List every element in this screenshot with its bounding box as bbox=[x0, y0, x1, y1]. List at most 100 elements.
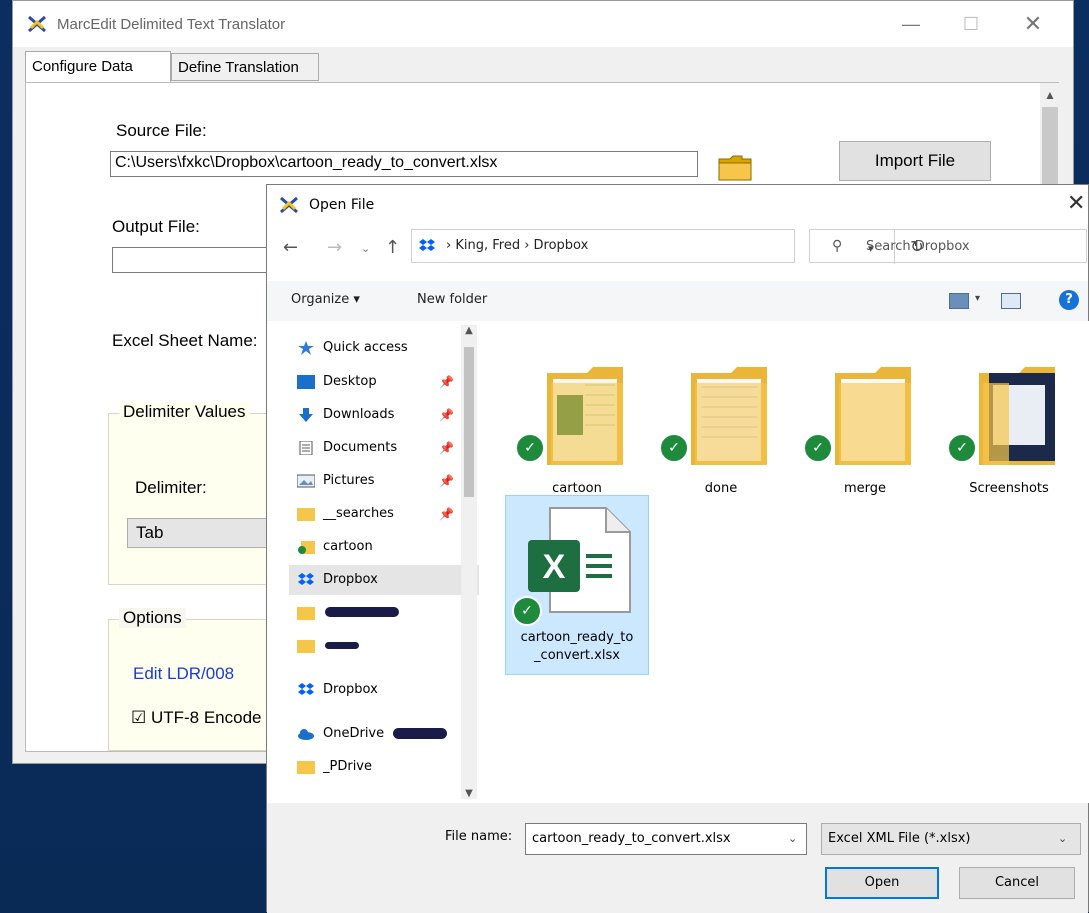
nav-item-redacted-1[interactable] bbox=[297, 598, 457, 628]
file-type-select[interactable]: Excel XML File (*.xlsx) ⌄ bbox=[821, 823, 1081, 855]
scroll-thumb[interactable] bbox=[464, 347, 474, 497]
edit-ldr-008-link[interactable]: Edit LDR/008 bbox=[133, 664, 234, 684]
title-bar[interactable]: MarcEdit Delimited Text Translator — ☐ ✕ bbox=[13, 1, 1073, 47]
output-file-input[interactable] bbox=[112, 247, 292, 273]
nav-item-label: cartoon bbox=[323, 539, 373, 554]
nav-item-desktop[interactable]: Desktop 📌 bbox=[297, 367, 457, 397]
file-name-input[interactable]: cartoon_ready_to_convert.xlsx ⌄ bbox=[525, 823, 807, 855]
nav-item-label: Quick access bbox=[323, 340, 408, 355]
open-button[interactable]: Open bbox=[825, 867, 939, 899]
nav-item-onedrive[interactable]: OneDrive bbox=[297, 719, 457, 749]
nav-item-cartoon[interactable]: cartoon bbox=[297, 532, 457, 562]
preview-pane-icon[interactable] bbox=[1001, 293, 1021, 309]
cancel-button[interactable]: Cancel bbox=[959, 867, 1075, 899]
minimize-button[interactable]: — bbox=[889, 9, 933, 39]
search-input[interactable]: Search Dropbox bbox=[866, 239, 970, 254]
marcedit-logo-icon bbox=[28, 15, 46, 33]
documents-icon bbox=[299, 441, 313, 455]
marcedit-logo-icon bbox=[280, 196, 298, 214]
file-name-label: File name: bbox=[445, 829, 513, 844]
chevron-down-icon[interactable]: ⌄ bbox=[788, 824, 797, 854]
tab-define-translation[interactable]: Define Translation bbox=[171, 53, 319, 81]
redaction-mark bbox=[325, 607, 399, 617]
search-icon: ⚲ bbox=[832, 238, 843, 254]
nav-item-label: OneDrive bbox=[323, 726, 385, 741]
scroll-up-arrow-icon[interactable]: ▲ bbox=[461, 325, 477, 336]
change-view-icon[interactable] bbox=[949, 293, 969, 309]
nav-item-label: Dropbox bbox=[323, 682, 378, 697]
maximize-button[interactable]: ☐ bbox=[949, 9, 993, 39]
desktop-icon bbox=[297, 375, 315, 389]
pin-icon: 📌 bbox=[439, 441, 454, 455]
pin-icon: 📌 bbox=[439, 408, 454, 422]
nav-item-pictures[interactable]: Pictures 📌 bbox=[297, 466, 457, 496]
nav-item-quick-access[interactable]: Quick access bbox=[297, 333, 457, 363]
dropbox-icon bbox=[298, 573, 314, 585]
svg-text:X: X bbox=[543, 548, 566, 586]
folder-item-merge[interactable]: ✓ merge bbox=[793, 343, 937, 521]
pin-icon: 📌 bbox=[439, 474, 454, 488]
nav-item-downloads[interactable]: Downloads 📌 bbox=[297, 400, 457, 430]
breadcrumb[interactable]: › King, Fred › Dropbox bbox=[446, 238, 588, 253]
folder-icon bbox=[297, 640, 315, 653]
nav-item-pdrive[interactable]: _PDrive bbox=[297, 752, 457, 782]
up-arrow-icon[interactable]: ↑ bbox=[385, 237, 400, 258]
help-icon[interactable]: ? bbox=[1059, 290, 1079, 310]
pictures-icon bbox=[297, 474, 315, 488]
address-bar[interactable]: › King, Fred › Dropbox ▾ ↻ bbox=[411, 229, 924, 264]
source-file-input[interactable]: C:\Users\fxkc\Dropbox\cartoon_ready_to_c… bbox=[110, 151, 698, 177]
navigation-bar: ← → ⌄ ↑ › King, Fred › Dropbox ▾ ↻ ⚲ Sea… bbox=[267, 229, 1088, 267]
folder-item-screenshots[interactable]: ✓ Screenshots bbox=[937, 343, 1081, 521]
open-file-dialog: Open File ✕ ← → ⌄ ↑ › King, Fred › Dropb… bbox=[266, 184, 1089, 913]
redaction-mark bbox=[393, 728, 447, 739]
forward-arrow-icon[interactable]: → bbox=[327, 237, 342, 258]
folder-icon bbox=[297, 508, 315, 521]
nav-item-dropbox-root[interactable]: Dropbox bbox=[297, 675, 457, 705]
utf8-encode-checkbox[interactable]: ☑ UTF-8 Encode bbox=[131, 708, 262, 728]
view-options-dropdown-icon[interactable]: ▾ bbox=[975, 293, 980, 304]
synced-check-icon: ✓ bbox=[515, 433, 545, 463]
tab-configure-data[interactable]: Configure Data bbox=[25, 51, 171, 83]
folder-icon bbox=[297, 607, 315, 620]
file-name: merge bbox=[843, 481, 887, 496]
nav-item-label: Documents bbox=[323, 440, 398, 455]
navigation-pane-scrollbar[interactable]: ▲ ▼ bbox=[461, 325, 477, 799]
file-type-value: Excel XML File (*.xlsx) bbox=[828, 831, 971, 846]
cloud-icon bbox=[298, 729, 314, 740]
folder-icon bbox=[979, 367, 1055, 465]
pin-icon: 📌 bbox=[439, 375, 454, 389]
scroll-up-arrow-icon[interactable]: ▲ bbox=[1040, 85, 1060, 105]
import-file-button[interactable]: Import File bbox=[839, 141, 991, 181]
search-box[interactable]: ⚲ Search Dropbox bbox=[809, 229, 1087, 263]
nav-item-label: Pictures bbox=[323, 473, 375, 488]
nav-item-dropbox[interactable]: Dropbox bbox=[289, 565, 479, 595]
dialog-close-button[interactable]: ✕ bbox=[1067, 191, 1085, 216]
nav-item-searches[interactable]: __searches 📌 bbox=[297, 499, 457, 529]
close-button[interactable]: ✕ bbox=[1011, 9, 1055, 39]
nav-item-documents[interactable]: Documents 📌 bbox=[297, 433, 457, 463]
folder-item-done[interactable]: ✓ done bbox=[649, 343, 793, 521]
pin-icon: 📌 bbox=[439, 507, 454, 521]
folder-icon bbox=[297, 761, 315, 774]
options-group: Options Edit LDR/008 ☑ UTF-8 Encode bbox=[108, 608, 292, 751]
file-name: Screenshots bbox=[969, 481, 1049, 496]
folder-icon bbox=[691, 367, 767, 465]
file-item-cartoon-ready-to-convert[interactable]: X ✓ cartoon_ready_to _convert.xlsx bbox=[505, 495, 649, 675]
nav-item-redacted-2[interactable] bbox=[297, 631, 457, 661]
output-file-label: Output File: bbox=[112, 217, 200, 236]
recent-locations-chevron-icon[interactable]: ⌄ bbox=[361, 242, 370, 255]
star-icon bbox=[298, 341, 314, 355]
dialog-title: Open File bbox=[309, 197, 375, 213]
chevron-down-icon[interactable]: ⌄ bbox=[1058, 824, 1067, 854]
synced-check-icon: ✓ bbox=[512, 596, 542, 626]
delimiter-values-group: Delimiter Values Delimiter: Tab bbox=[108, 402, 293, 585]
back-arrow-icon[interactable]: ← bbox=[283, 237, 298, 258]
browse-folder-icon[interactable] bbox=[718, 153, 752, 181]
organize-button[interactable]: Organize ▾ bbox=[291, 292, 360, 307]
nav-item-label: __searches bbox=[323, 506, 394, 521]
scroll-down-arrow-icon[interactable]: ▼ bbox=[461, 788, 477, 799]
window-title: MarcEdit Delimited Text Translator bbox=[57, 16, 286, 33]
synced-check-icon: ✓ bbox=[659, 433, 689, 463]
new-folder-button[interactable]: New folder bbox=[417, 292, 487, 307]
nav-item-label: Dropbox bbox=[323, 572, 378, 587]
